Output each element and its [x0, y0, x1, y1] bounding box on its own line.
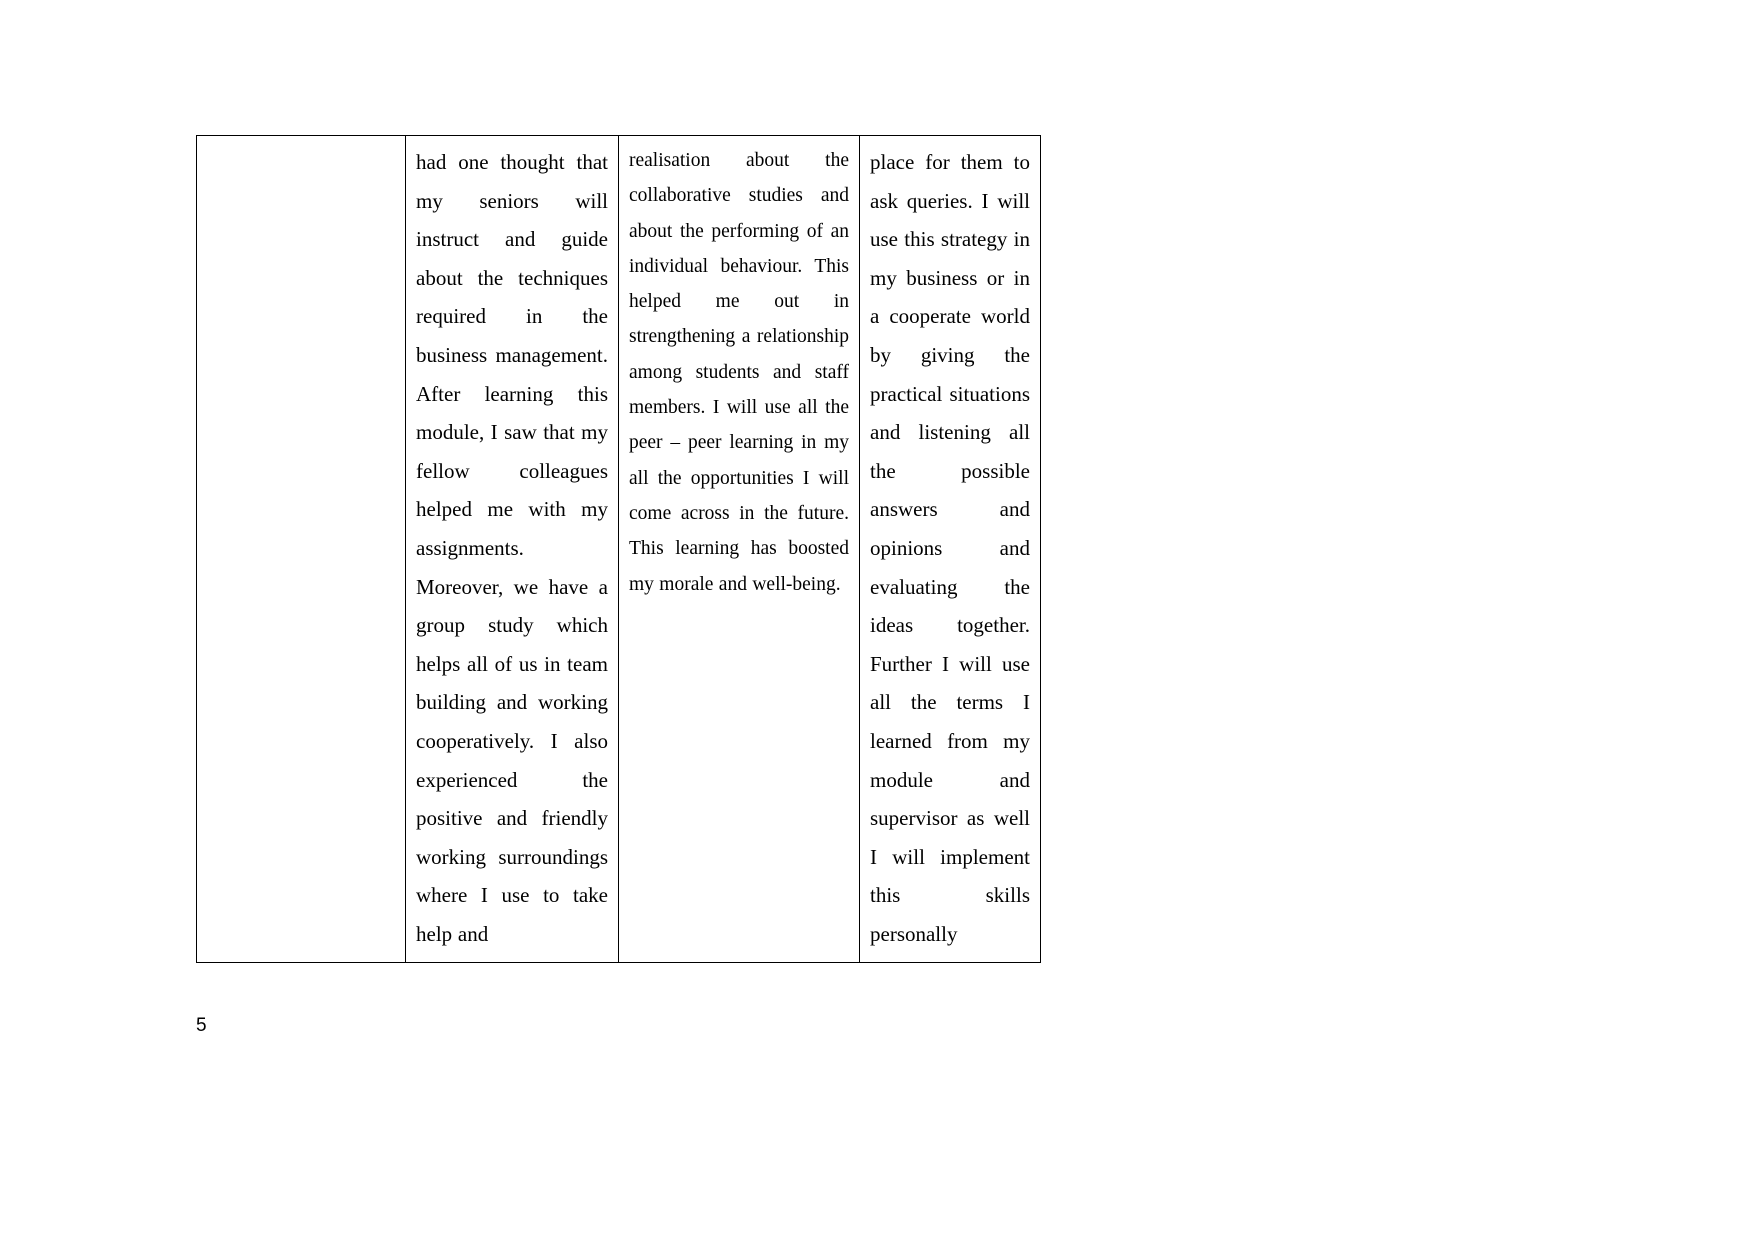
cell-inner-realisation: realisation about the collaborative stud… [620, 137, 859, 962]
cell-inner-future-application: place for them to ask queries. I will us… [861, 137, 1040, 962]
table-cell-empty [196, 135, 406, 963]
table-cell-realisation: realisation about the collaborative stud… [618, 135, 860, 963]
table-cell-future-application: place for them to ask queries. I will us… [859, 135, 1041, 963]
cell-text-learning-experience: had one thought that my seniors will ins… [416, 150, 608, 946]
table-row: had one thought that my seniors will ins… [196, 135, 1041, 963]
content-table: had one thought that my seniors will ins… [196, 135, 1041, 963]
content-table-wrapper: had one thought that my seniors will ins… [196, 135, 1041, 963]
cell-inner-learning-experience: had one thought that my seniors will ins… [407, 137, 618, 962]
cell-text-realisation: realisation about the collaborative stud… [629, 150, 849, 595]
table-cell-learning-experience: had one thought that my seniors will ins… [405, 135, 619, 963]
cell-inner-empty [198, 137, 405, 962]
document-page: had one thought that my seniors will ins… [0, 0, 1754, 1241]
page-number: 5 [196, 1015, 207, 1036]
cell-text-future-application: place for them to ask queries. I will us… [870, 150, 1030, 946]
